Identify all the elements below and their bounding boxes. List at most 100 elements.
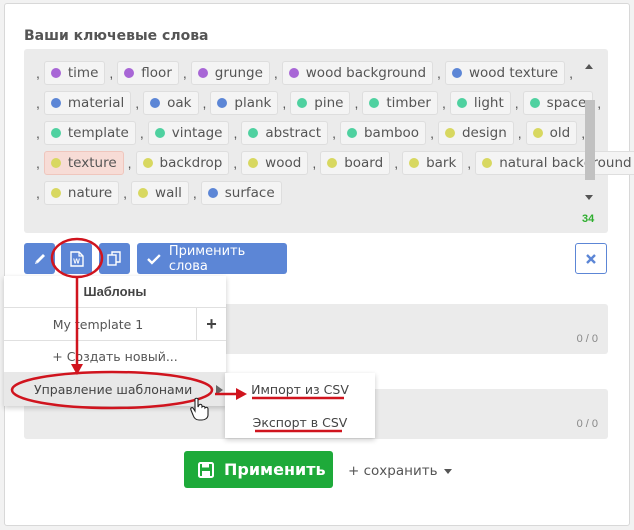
save-dropdown[interactable]: + сохранить <box>348 463 452 479</box>
check-icon <box>147 253 161 265</box>
scroll-down-arrow-icon[interactable] <box>585 195 593 200</box>
keyword-tag[interactable]: bark <box>402 151 464 175</box>
keyword-label: plank <box>234 95 272 111</box>
keyword-tag[interactable]: board <box>320 151 391 175</box>
keyword-label: timber <box>386 95 431 111</box>
apply-words-button[interactable]: Применить слова <box>137 243 287 274</box>
keyword-label: board <box>344 155 384 171</box>
templates-header: Шаблоны <box>83 284 147 299</box>
keyword-tag[interactable]: oak <box>143 91 199 115</box>
save-link-label: + сохранить <box>348 463 438 479</box>
keyword-color-dot <box>50 128 61 138</box>
keyword-color-dot <box>50 68 61 78</box>
keyword-tag[interactable]: design <box>437 121 514 145</box>
keyword-tag[interactable]: wood texture <box>444 61 566 85</box>
caret-down-icon <box>443 468 452 474</box>
keyword-tag[interactable]: wall <box>131 181 189 205</box>
keyword-tag[interactable]: surface <box>200 181 282 205</box>
word-doc-button[interactable]: W <box>61 243 92 274</box>
keyword-tag[interactable]: wood <box>241 151 309 175</box>
keyword-tag[interactable]: vintage <box>147 121 230 145</box>
keyword-tag[interactable]: old <box>525 121 578 145</box>
separator: , <box>36 185 40 201</box>
keyword-color-dot <box>50 98 61 108</box>
separator: , <box>332 125 336 141</box>
keyword-tag[interactable]: template <box>43 121 136 145</box>
close-button[interactable] <box>575 243 607 274</box>
keyword-tag[interactable]: grunge <box>190 61 270 85</box>
keyword-color-dot <box>297 98 308 108</box>
keywords-box[interactable]: , time, floor, grunge, wood background, wood … <box>24 49 634 233</box>
keyword-tag[interactable]: material <box>43 91 132 115</box>
keyword-tag[interactable]: natural background <box>475 151 634 175</box>
keyword-tag[interactable]: pine <box>290 91 351 115</box>
separator: , <box>514 95 519 111</box>
keyword-label: surface <box>224 185 275 201</box>
separator: , <box>282 95 287 111</box>
separator: , <box>109 65 114 81</box>
manage-templates-item[interactable]: Управление шаблонами <box>4 372 226 406</box>
keywords-list: , time, floor, grunge, wood background, wood … <box>32 58 634 208</box>
keyword-label: design <box>461 125 507 141</box>
keyword-label: abstract <box>265 125 322 141</box>
separator: , <box>182 65 187 81</box>
keyword-tag[interactable]: plank <box>210 91 279 115</box>
separator: , <box>273 65 278 81</box>
separator: , <box>123 185 128 201</box>
copy-button[interactable] <box>99 243 130 274</box>
keyword-tag[interactable]: texture <box>43 151 124 175</box>
keyword-color-dot <box>248 128 259 138</box>
separator: , <box>312 155 317 171</box>
keyword-count: 34 <box>582 213 595 225</box>
separator: , <box>437 65 441 81</box>
keyword-tag[interactable]: abstract <box>241 121 329 145</box>
keyword-color-dot <box>50 188 61 198</box>
keyword-color-dot <box>154 128 165 138</box>
manage-templates-label: Управление шаблонами <box>34 381 193 397</box>
template-item-1[interactable]: My template 1 <box>4 308 192 340</box>
create-template-item[interactable]: + Создать новый... <box>4 340 226 372</box>
separator: , <box>597 95 602 111</box>
import-csv-item[interactable]: Импорт из CSV <box>225 373 375 405</box>
keyword-color-dot <box>456 98 467 108</box>
keyword-tag[interactable]: wood background <box>281 61 434 85</box>
keyword-tag[interactable]: floor <box>117 61 179 85</box>
separator: , <box>430 125 434 141</box>
keyword-label: nature <box>67 185 113 201</box>
keyword-tag[interactable]: light <box>449 91 511 115</box>
separator: , <box>202 95 207 111</box>
keyword-label: wall <box>155 185 182 201</box>
keyword-label: bark <box>426 155 457 171</box>
keyword-label: bamboo <box>363 125 420 141</box>
field-1-count: 0 / 0 <box>576 333 598 345</box>
keywords-scrollbar-thumb[interactable] <box>585 100 595 180</box>
keyword-label: template <box>67 125 129 141</box>
keyword-tag[interactable]: time <box>43 61 106 85</box>
apply-button[interactable]: Применить <box>184 451 333 488</box>
keyword-color-dot <box>288 68 299 78</box>
keyword-color-dot <box>346 128 357 138</box>
keyword-tag[interactable]: nature <box>43 181 120 205</box>
scroll-up-arrow-icon[interactable] <box>585 64 593 69</box>
edit-button[interactable] <box>24 243 55 274</box>
keyword-line: , nature, wall, surface <box>32 178 572 208</box>
add-template-button[interactable]: + <box>196 308 226 340</box>
keyword-label: backdrop <box>159 155 223 171</box>
templates-dropdown: Шаблоны My template 1 + + Создать новый.… <box>4 276 226 406</box>
word-doc-icon: W <box>69 250 84 267</box>
separator: , <box>36 155 40 171</box>
save-icon <box>198 461 214 478</box>
keyword-tag[interactable]: space <box>522 91 594 115</box>
apply-button-label: Применить <box>224 460 326 479</box>
keyword-color-dot <box>409 158 420 168</box>
keyword-color-dot <box>207 188 218 198</box>
separator: , <box>127 155 132 171</box>
keyword-tag[interactable]: timber <box>362 91 438 115</box>
keyword-tag[interactable]: backdrop <box>135 151 230 175</box>
export-csv-item[interactable]: Экспорт в CSV <box>225 406 375 438</box>
close-icon <box>586 253 596 264</box>
keyword-tag[interactable]: bamboo <box>339 121 427 145</box>
submenu-arrow-icon <box>216 385 223 395</box>
keyword-label: space <box>546 95 587 111</box>
keyword-label: old <box>549 125 571 141</box>
